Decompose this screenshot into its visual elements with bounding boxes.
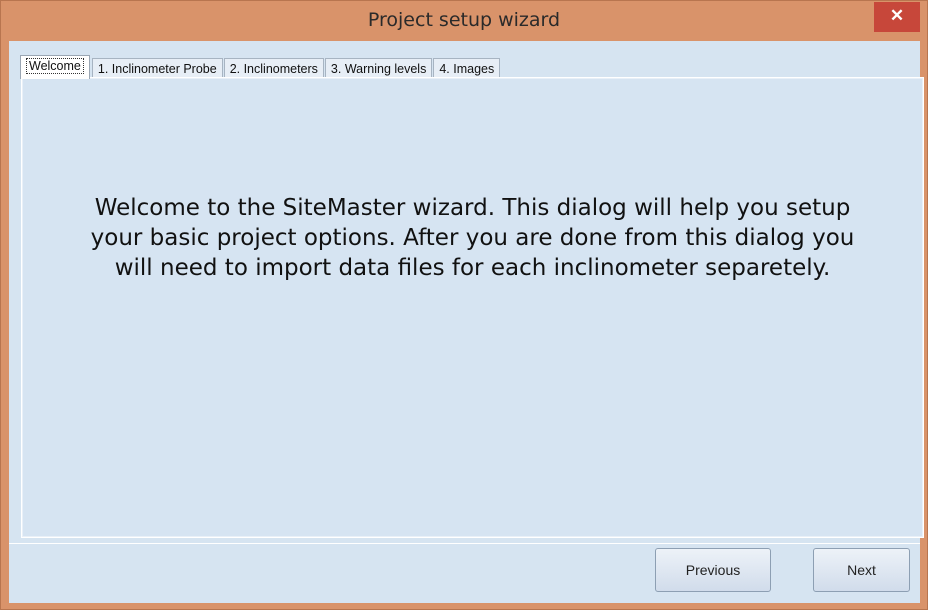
- dialog-client-area: Welcome 1. Inclinometer Probe 2. Inclino…: [9, 41, 924, 603]
- tab-welcome[interactable]: Welcome: [20, 55, 90, 79]
- next-button[interactable]: Next: [813, 548, 910, 592]
- tab-label: 2. Inclinometers: [229, 62, 318, 76]
- tab-warning-levels[interactable]: 3. Warning levels: [324, 58, 433, 79]
- tab-label: 1. Inclinometer Probe: [97, 62, 217, 76]
- tab-label: Welcome: [26, 58, 84, 74]
- tab-inclinometers[interactable]: 2. Inclinometers: [223, 58, 324, 79]
- tab-images[interactable]: 4. Images: [433, 58, 501, 79]
- tab-page-welcome: Welcome to the SiteMaster wizard. This d…: [21, 77, 924, 538]
- tab-inclinometer-probe[interactable]: 1. Inclinometer Probe: [91, 58, 223, 79]
- footer-divider: [9, 543, 920, 544]
- wizard-window: Project setup wizard ✕ Welcome 1. Inclin…: [0, 0, 928, 610]
- close-icon: ✕: [889, 6, 905, 25]
- window-title: Project setup wizard: [367, 9, 561, 31]
- welcome-message: Welcome to the SiteMaster wizard. This d…: [90, 195, 855, 281]
- close-button[interactable]: ✕: [874, 2, 920, 32]
- title-bar[interactable]: Project setup wizard ✕: [1, 1, 927, 41]
- tab-label: 3. Warning levels: [330, 62, 427, 76]
- previous-button[interactable]: Previous: [655, 548, 771, 592]
- tab-label: 4. Images: [439, 62, 495, 76]
- tab-strip: Welcome 1. Inclinometer Probe 2. Inclino…: [20, 54, 501, 79]
